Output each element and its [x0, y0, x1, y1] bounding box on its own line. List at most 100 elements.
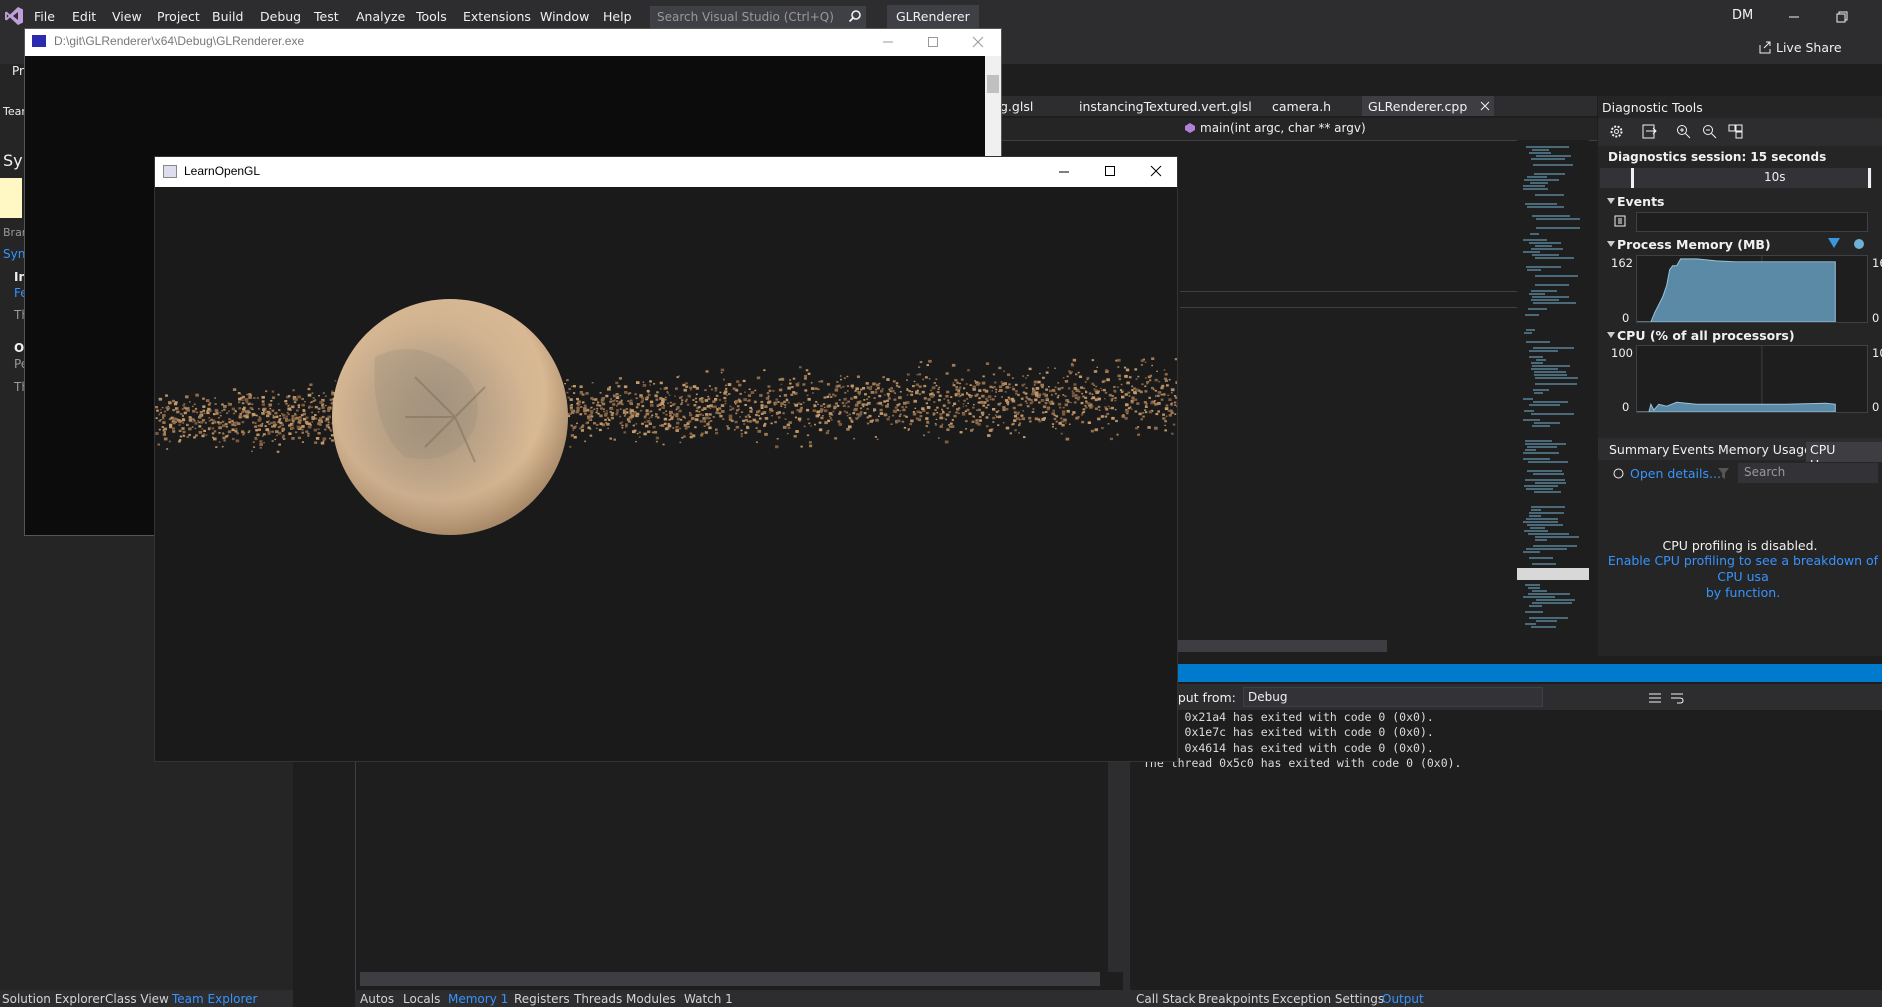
- search-icon[interactable]: [848, 9, 862, 23]
- cpu-usage-chart[interactable]: [1636, 345, 1868, 413]
- diagnostic-search-input[interactable]: Search: [1738, 463, 1878, 483]
- timeline-ruler[interactable]: [1600, 168, 1872, 188]
- opengl-app-icon: [163, 165, 177, 178]
- asteroid: [585, 422, 588, 425]
- asteroid: [213, 413, 216, 416]
- memory-horizontal-scrollbar[interactable]: [360, 972, 1100, 986]
- maximize-icon[interactable]: [1103, 164, 1117, 178]
- enable-cpu-profiling-link[interactable]: Enable CPU profiling to see a breakdown …: [1604, 553, 1882, 601]
- tab-watch-1[interactable]: Watch 1: [684, 992, 733, 1006]
- asteroid: [623, 385, 628, 389]
- asteroid: [867, 396, 871, 398]
- menu-item-analyze[interactable]: Analyze: [356, 9, 405, 24]
- editor-horizontal-scrollbar[interactable]: [1177, 640, 1387, 652]
- tab-team-explorer[interactable]: Team Explorer: [172, 992, 258, 1006]
- asteroid: [604, 413, 607, 416]
- timeline-start-handle[interactable]: [1631, 168, 1634, 188]
- tab-call-stack[interactable]: Call Stack: [1136, 992, 1195, 1006]
- zoom-in-icon[interactable]: [1675, 123, 1692, 140]
- menu-item-extensions[interactable]: Extensions: [463, 9, 531, 24]
- tab-registers[interactable]: Registers: [514, 992, 570, 1006]
- menu-item-view[interactable]: View: [112, 9, 142, 24]
- live-share-button[interactable]: Live Share: [1776, 40, 1842, 55]
- menu-item-help[interactable]: Help: [603, 9, 632, 24]
- tab-memory-usage[interactable]: Memory Usage: [1718, 442, 1812, 457]
- menu-item-debug[interactable]: Debug: [260, 9, 301, 24]
- asteroid: [568, 387, 572, 391]
- asteroid: [1004, 391, 1007, 393]
- tab-summary[interactable]: Summary: [1609, 442, 1669, 457]
- tab-threads[interactable]: Threads: [574, 992, 622, 1006]
- close-icon[interactable]: [1149, 164, 1163, 178]
- clear-all-icon[interactable]: [1648, 692, 1662, 704]
- memory-vertical-scrollbar[interactable]: [1108, 760, 1124, 972]
- tab-autos[interactable]: Autos: [360, 992, 394, 1006]
- record-icon[interactable]: [1613, 468, 1624, 479]
- tab-frag-glsl[interactable]: g.glsl: [1000, 99, 1033, 114]
- asteroid: [764, 417, 769, 420]
- menu-item-project[interactable]: Project: [157, 9, 200, 24]
- menu-item-edit[interactable]: Edit: [72, 9, 96, 24]
- tab-camera-h[interactable]: camera.h: [1272, 99, 1331, 114]
- tab-output[interactable]: Output: [1382, 992, 1424, 1006]
- menu-item-build[interactable]: Build: [212, 9, 243, 24]
- reset-view-icon[interactable]: [1727, 123, 1744, 140]
- collapse-triangle-icon[interactable]: [1607, 332, 1615, 338]
- asteroid: [820, 380, 824, 383]
- collapse-triangle-icon[interactable]: [1607, 241, 1615, 247]
- tab-locals[interactable]: Locals: [403, 992, 440, 1006]
- word-wrap-icon[interactable]: [1670, 692, 1684, 704]
- tab-modules[interactable]: Modules: [626, 992, 676, 1006]
- timeline-end-handle[interactable]: [1868, 168, 1871, 188]
- output-source-select[interactable]: Debug: [1243, 687, 1543, 707]
- asteroid: [244, 398, 249, 402]
- select-tools-icon[interactable]: [1641, 123, 1658, 140]
- avatar[interactable]: DM: [1732, 8, 1753, 23]
- search-input[interactable]: Search Visual Studio (Ctrl+Q): [650, 6, 866, 28]
- tab-breakpoints[interactable]: Breakpoints: [1198, 992, 1269, 1006]
- minimize-icon[interactable]: [1057, 165, 1071, 179]
- live-share-icon[interactable]: [1757, 39, 1773, 55]
- asteroid: [790, 393, 794, 396]
- tab-solution-explorer[interactable]: Solution Explorer: [2, 992, 105, 1006]
- process-memory-chart[interactable]: [1636, 255, 1868, 323]
- settings-gear-icon[interactable]: [1608, 123, 1625, 140]
- minimap-viewport[interactable]: [1517, 568, 1589, 580]
- close-icon[interactable]: [1480, 101, 1490, 111]
- open-details-link[interactable]: Open details...: [1630, 466, 1721, 481]
- asteroid: [906, 373, 910, 376]
- maximize-icon[interactable]: [926, 35, 940, 49]
- console-scroll-thumb[interactable]: [987, 75, 999, 93]
- asteroid: [886, 392, 890, 396]
- minimize-icon[interactable]: [881, 35, 895, 49]
- menu-item-file[interactable]: File: [34, 9, 55, 24]
- splitter[interactable]: [1123, 760, 1130, 990]
- minimap-line: [1532, 149, 1549, 151]
- tab-glrenderer-cpp[interactable]: GLRenderer.cpp: [1368, 99, 1467, 114]
- asteroid: [740, 435, 743, 438]
- minimize-icon[interactable]: [1786, 9, 1802, 25]
- function-selector[interactable]: main(int argc, char ** argv): [1200, 121, 1366, 135]
- opengl-render-canvas[interactable]: [155, 187, 1177, 761]
- collapse-triangle-icon[interactable]: [1607, 198, 1615, 204]
- menu-item-window[interactable]: Window: [540, 9, 589, 24]
- filter-icon[interactable]: [1718, 468, 1729, 479]
- tab-exception-settings[interactable]: Exception Settings: [1272, 992, 1384, 1006]
- close-icon[interactable]: [971, 35, 985, 49]
- tab-instancing-vert[interactable]: instancingTextured.vert.glsl: [1079, 99, 1252, 114]
- menu-item-test[interactable]: Test: [314, 9, 339, 24]
- enable-link-line-2[interactable]: by function.: [1706, 585, 1780, 600]
- enable-link-line-1[interactable]: Enable CPU profiling to see a breakdown …: [1608, 553, 1878, 584]
- asteroid: [1017, 404, 1020, 406]
- minimap[interactable]: [1517, 140, 1589, 640]
- menu-item-tools[interactable]: Tools: [416, 9, 447, 24]
- tab-memory-1[interactable]: Memory 1: [448, 992, 508, 1006]
- pause-icon[interactable]: [1614, 215, 1626, 227]
- zoom-out-icon[interactable]: [1701, 123, 1718, 140]
- tab-class-view[interactable]: Class View: [105, 992, 169, 1006]
- events-track[interactable]: [1636, 212, 1868, 232]
- asteroid: [682, 415, 686, 418]
- opengl-title-bar[interactable]: [155, 157, 1177, 187]
- tab-events[interactable]: Events: [1672, 442, 1714, 457]
- restore-icon[interactable]: [1834, 9, 1850, 25]
